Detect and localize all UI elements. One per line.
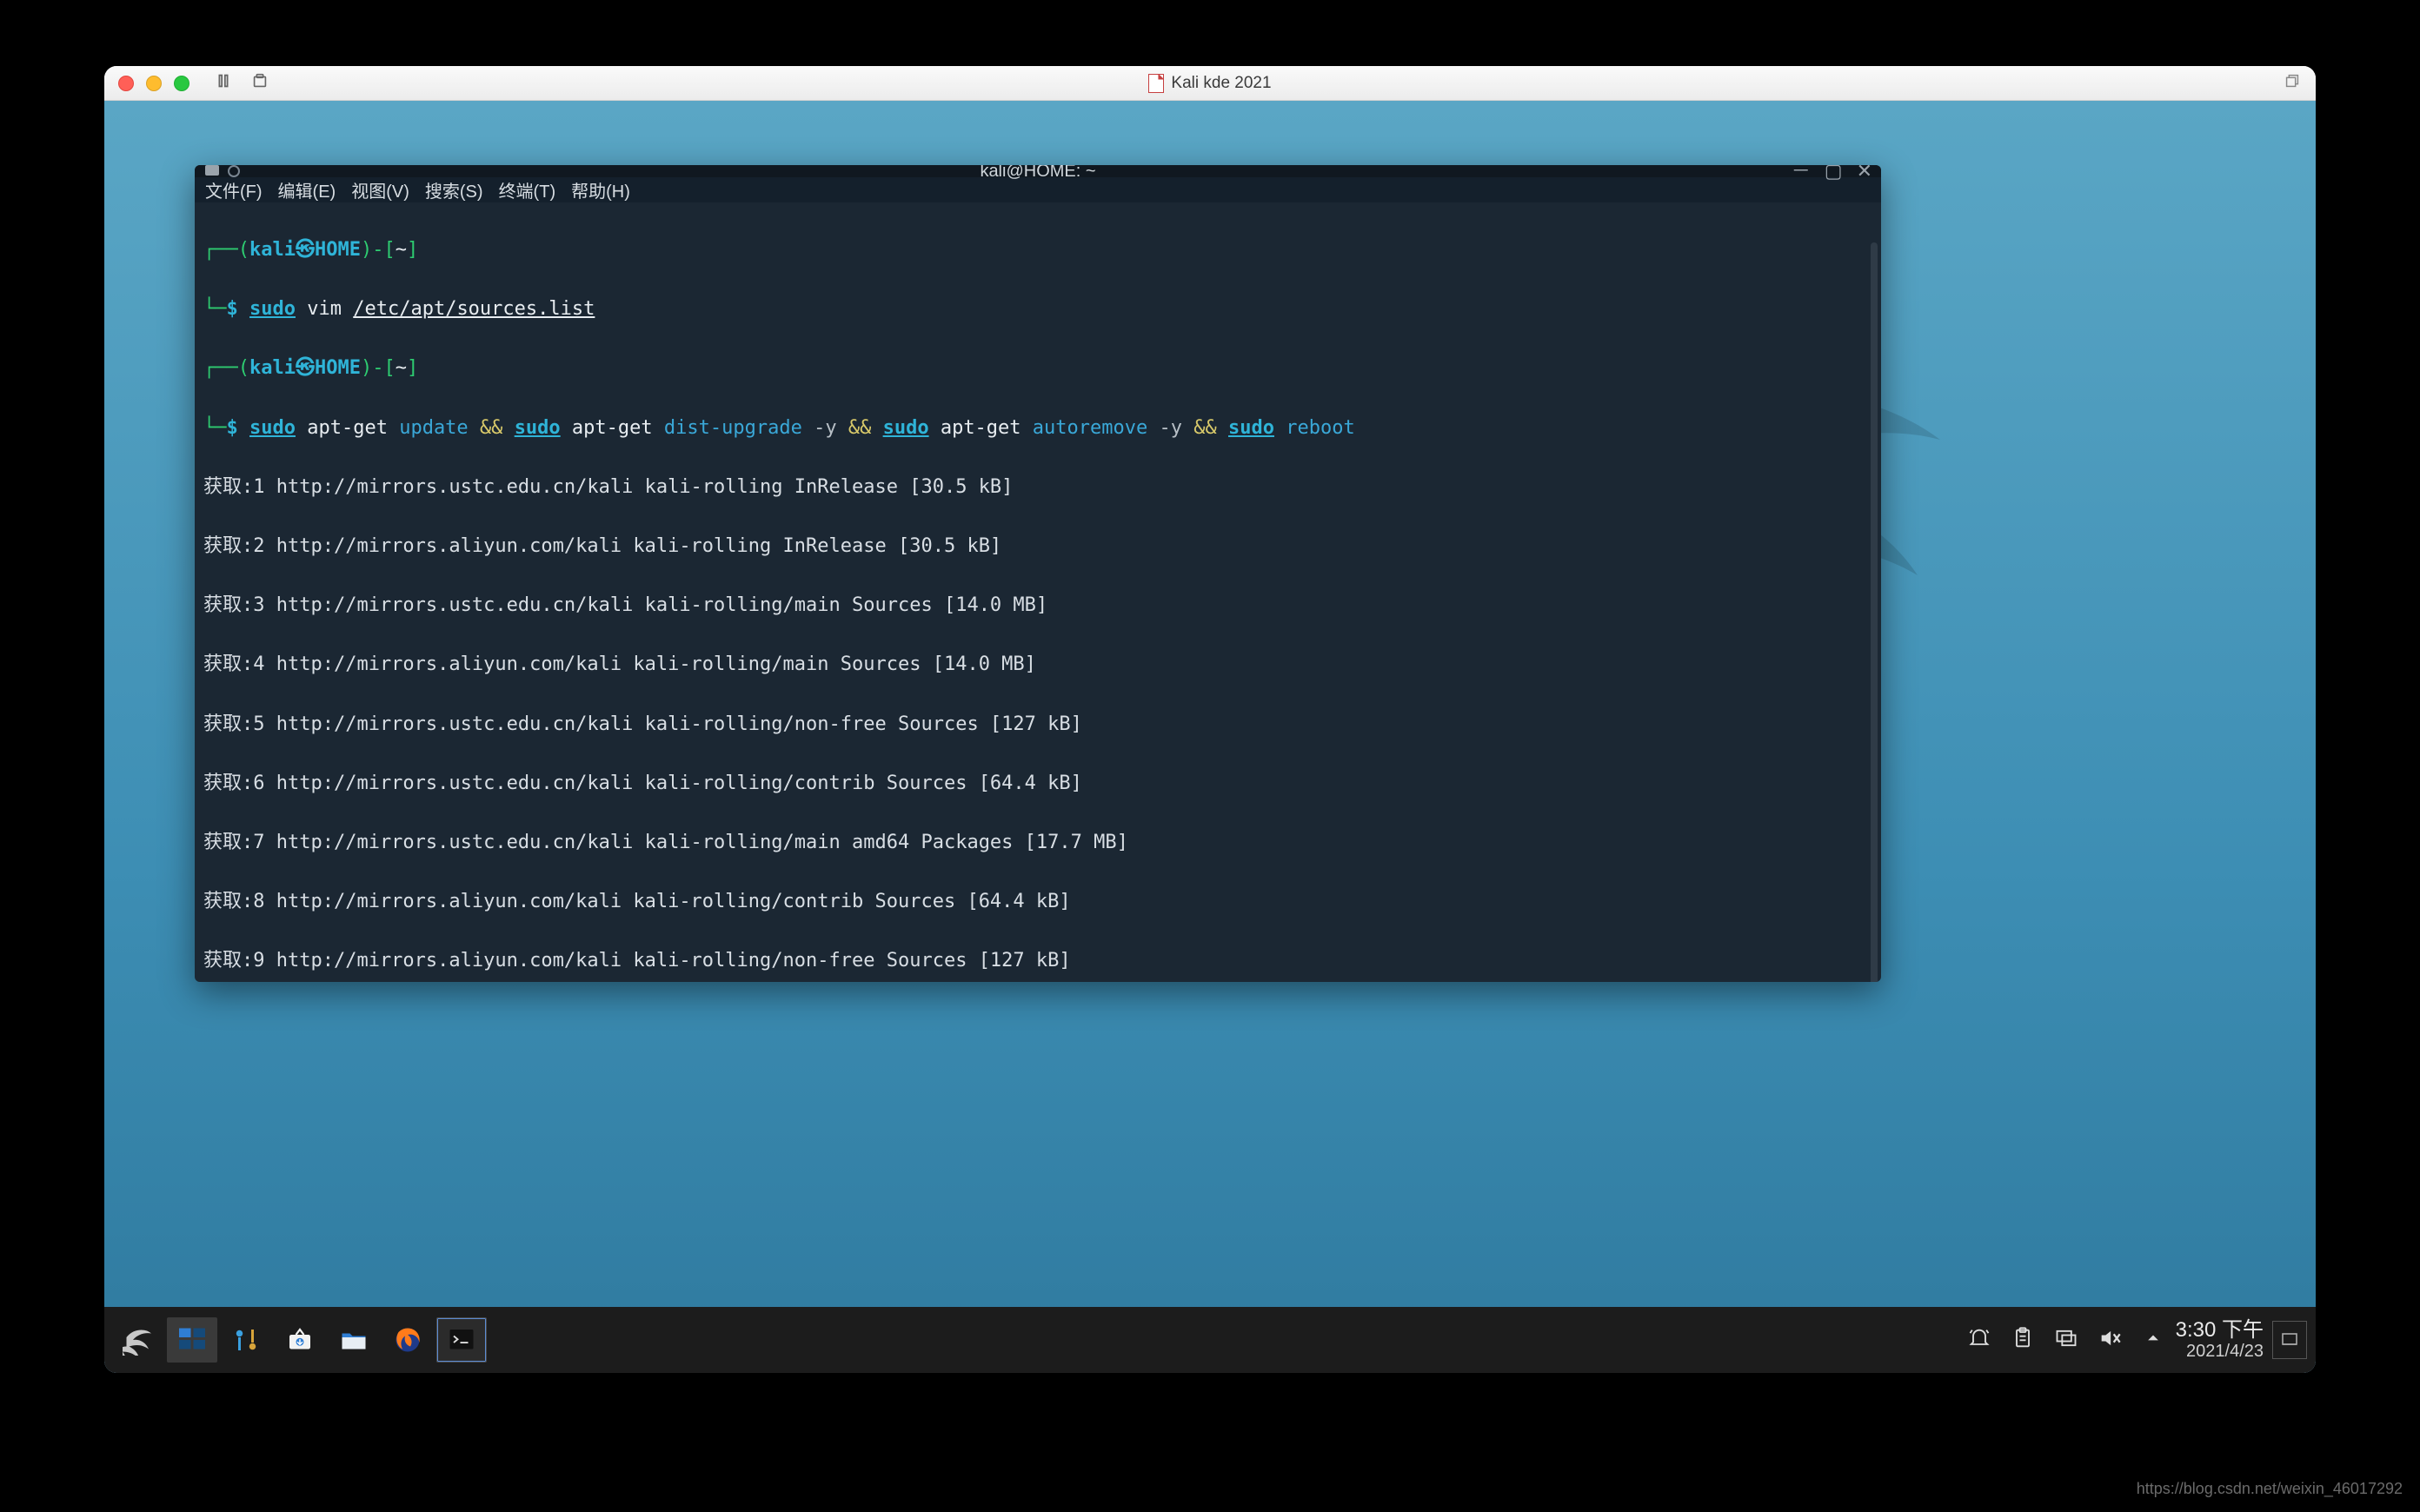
close-button[interactable]: [118, 76, 134, 91]
host-window: Kali kde 2021 kali@HOME: ~ － ▢: [104, 66, 2316, 1373]
terminal-output-line: 获取:7 http://mirrors.ustc.edu.cn/kali kal…: [203, 828, 1865, 858]
minimize-button[interactable]: [146, 76, 162, 91]
fullscreen-button[interactable]: [174, 76, 189, 91]
host-title-text: Kali kde 2021: [1171, 74, 1271, 93]
vm-toolbar-nav: [348, 76, 360, 91]
taskbar-clock[interactable]: 3:30 下午 2021/4/23: [2176, 1318, 2264, 1363]
taskbar-kali-menu[interactable]: [113, 1317, 163, 1363]
terminal-close-icon[interactable]: ✕: [1857, 165, 1872, 181]
terminal-title: kali@HOME: ~: [195, 165, 1881, 182]
taskbar-terminal-active[interactable]: [436, 1317, 487, 1363]
terminal-output-line: 获取:6 http://mirrors.ustc.edu.cn/kali kal…: [203, 769, 1865, 799]
tray-expand-icon[interactable]: [2141, 1326, 2165, 1355]
terminal-output-line: 获取:3 http://mirrors.ustc.edu.cn/kali kal…: [203, 591, 1865, 620]
taskbar-software-center[interactable]: [275, 1317, 325, 1363]
show-desktop-button[interactable]: [2272, 1321, 2307, 1359]
mac-titlebar: Kali kde 2021: [104, 66, 2316, 101]
watermark-text: https://blog.csdn.net/weixin_46017292: [2137, 1480, 2403, 1498]
taskbar-file-manager[interactable]: [329, 1317, 379, 1363]
taskbar-workspaces[interactable]: [167, 1317, 217, 1363]
display-icon[interactable]: [2054, 1326, 2078, 1355]
host-window-title: Kali kde 2021: [104, 74, 2316, 93]
system-tray: [1967, 1326, 2165, 1355]
terminal-output-line: 获取:8 http://mirrors.aliyun.com/kali kali…: [203, 887, 1865, 917]
vm-taskbar: 3:30 下午 2021/4/23: [104, 1307, 2316, 1373]
window-controls: [118, 76, 189, 91]
snapshot-icon[interactable]: [250, 71, 269, 95]
taskbar-settings[interactable]: [221, 1317, 271, 1363]
terminal-output-line: 获取:2 http://mirrors.aliyun.com/kali kali…: [203, 532, 1865, 561]
terminal-scrollbar[interactable]: [1871, 242, 1878, 982]
notifications-icon[interactable]: [1967, 1326, 1991, 1355]
terminal-window: kali@HOME: ~ － ▢ ✕ 文件(F) 编辑(E) 视图(V) 搜索(…: [195, 165, 1881, 982]
vm-document-icon: [1148, 74, 1164, 93]
vm-desktop[interactable]: kali@HOME: ~ － ▢ ✕ 文件(F) 编辑(E) 视图(V) 搜索(…: [104, 101, 2316, 1373]
clock-date: 2021/4/23: [2176, 1342, 2264, 1362]
terminal-body[interactable]: ┌──(kali㉿HOME)-[~] └─$ sudo vim /etc/apt…: [195, 202, 1881, 982]
terminal-output-line: 获取:1 http://mirrors.ustc.edu.cn/kali kal…: [203, 473, 1865, 502]
terminal-titlebar[interactable]: kali@HOME: ~ － ▢ ✕: [195, 165, 1881, 177]
clock-time: 3:30 下午: [2176, 1318, 2264, 1343]
clipboard-icon[interactable]: [2011, 1326, 2035, 1355]
terminal-minimize-icon[interactable]: －: [1792, 165, 1811, 181]
taskbar-firefox[interactable]: [382, 1317, 433, 1363]
terminal-output-line: 获取:9 http://mirrors.aliyun.com/kali kali…: [203, 946, 1865, 976]
terminal-output-line: 获取:5 http://mirrors.ustc.edu.cn/kali kal…: [203, 710, 1865, 739]
restore-window-icon[interactable]: [2283, 71, 2302, 95]
terminal-output-line: 获取:4 http://mirrors.aliyun.com/kali kali…: [203, 650, 1865, 680]
terminal-maximize-icon[interactable]: ▢: [1825, 165, 1843, 181]
vm-toolbar-left: [214, 71, 269, 95]
vm-toolbar-right: [2283, 71, 2302, 95]
pause-icon[interactable]: [214, 71, 233, 95]
volume-muted-icon[interactable]: [2098, 1326, 2122, 1355]
